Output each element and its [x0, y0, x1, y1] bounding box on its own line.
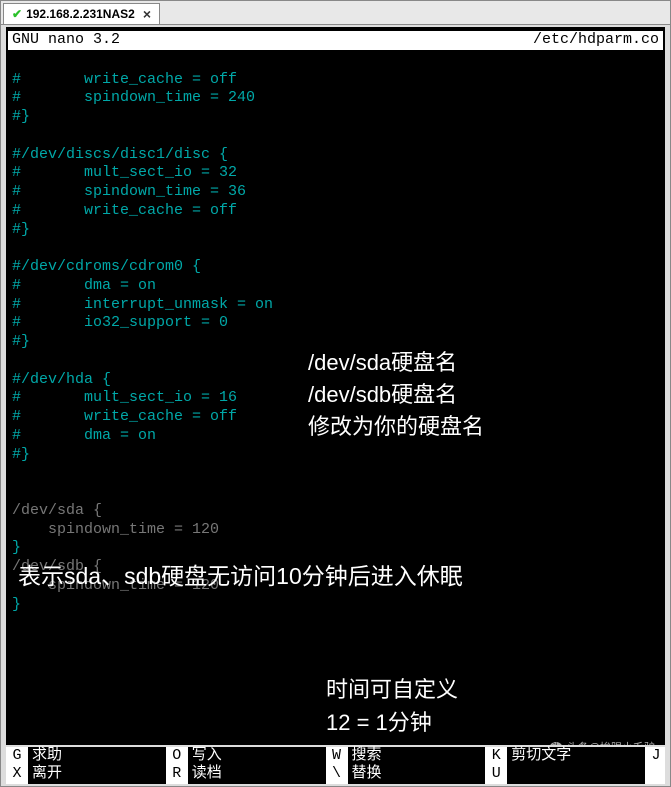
file-path: /etc/hdparm.co: [533, 31, 659, 50]
code-line: [12, 464, 663, 483]
code-line: # spindown_time = 36: [12, 183, 663, 202]
code-line: # mult_sect_io = 32: [12, 164, 663, 183]
code-line: [12, 127, 663, 146]
code-line: [12, 352, 663, 371]
help-extra: [645, 765, 665, 784]
code-line: #}: [12, 108, 663, 127]
code-line: spindown_time = 120: [12, 521, 663, 540]
code-line: #/dev/discs/disc1/disc {: [12, 146, 663, 165]
help-justify[interactable]: J: [645, 747, 665, 766]
code-line: # dma = on: [12, 427, 663, 446]
editor-title-bar: GNU nano 3.2 /etc/hdparm.co: [8, 31, 663, 50]
code-line: /dev/sdb {: [12, 558, 663, 577]
help-uncut[interactable]: U: [485, 765, 645, 784]
tab-bar: ✔ 192.168.2.231NAS2 ×: [1, 1, 670, 25]
code-line: #/dev/hda {: [12, 371, 663, 390]
code-line: #}: [12, 333, 663, 352]
help-cut[interactable]: K 剪切文字: [485, 747, 645, 766]
help-read-file[interactable]: R 读档: [166, 765, 326, 784]
app-name: GNU nano 3.2: [12, 31, 120, 50]
code-line: # dma = on: [12, 277, 663, 296]
close-icon[interactable]: ×: [143, 6, 151, 22]
code-line: spindown_time = 120: [12, 577, 663, 596]
tab-title: 192.168.2.231NAS2: [26, 7, 135, 21]
code-line: # write_cache = off: [12, 71, 663, 90]
code-line: # spindown_time = 240: [12, 89, 663, 108]
code-line: # write_cache = off: [12, 408, 663, 427]
code-line: # interrupt_unmask = on: [12, 296, 663, 315]
help-get-help[interactable]: G 求助: [6, 747, 166, 766]
check-icon: ✔: [12, 7, 22, 21]
code-line: }: [12, 539, 663, 558]
app-window: ✔ 192.168.2.231NAS2 × GNU nano 3.2 /etc/…: [0, 0, 671, 787]
help-bar: G 求助 O 写入 W 搜索 K 剪切文字: [6, 745, 665, 787]
code-line: # io32_support = 0: [12, 314, 663, 333]
help-exit[interactable]: X 离开: [6, 765, 166, 784]
help-search[interactable]: W 搜索: [326, 747, 486, 766]
code-line: #}: [12, 221, 663, 240]
code-line: # mult_sect_io = 16: [12, 389, 663, 408]
editor-content[interactable]: # write_cache = off# spindown_time = 240…: [8, 52, 663, 615]
help-replace[interactable]: \ 替换: [326, 765, 486, 784]
code-line: /dev/sda {: [12, 502, 663, 521]
code-line: [12, 52, 663, 71]
code-line: #}: [12, 446, 663, 465]
code-line: #/dev/cdroms/cdrom0 {: [12, 258, 663, 277]
terminal-area[interactable]: GNU nano 3.2 /etc/hdparm.co # write_cach…: [1, 25, 670, 786]
help-write-out[interactable]: O 写入: [166, 747, 326, 766]
code-line: [12, 483, 663, 502]
annotation-time-custom: 时间可自定义 12 = 1分钟: [326, 673, 458, 739]
terminal-tab[interactable]: ✔ 192.168.2.231NAS2 ×: [3, 3, 160, 24]
code-line: # write_cache = off: [12, 202, 663, 221]
code-line: }: [12, 596, 663, 615]
code-line: [12, 239, 663, 258]
